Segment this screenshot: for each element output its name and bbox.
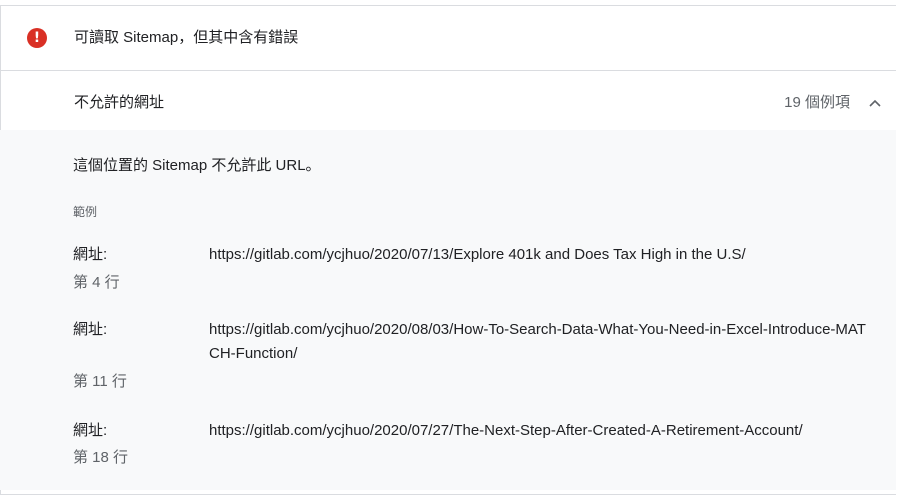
example-line-number: 第 4 行 <box>73 274 120 291</box>
issue-title: 不允許的網址 <box>74 94 165 111</box>
example-url-key: 網址: <box>73 246 108 263</box>
issue-count: 19 個例項 <box>784 94 850 111</box>
example-line-number: 第 18 行 <box>73 449 129 466</box>
chevron-up-icon[interactable] <box>867 95 883 111</box>
exclamation-icon: ! <box>27 28 47 48</box>
example-url[interactable]: https://gitlab.com/ycjhuo/2020/07/13/Exp… <box>209 243 869 267</box>
example-url[interactable]: https://gitlab.com/ycjhuo/2020/07/27/The… <box>209 419 869 443</box>
examples-label: 範例 <box>73 205 98 219</box>
issue-row-disallowed-url[interactable]: 不允許的網址 19 個例項 <box>1 71 896 136</box>
example-line-number: 第 11 行 <box>73 373 127 390</box>
error-title: 可讀取 Sitemap，但其中含有錯誤 <box>74 29 299 46</box>
example-url[interactable]: https://gitlab.com/ycjhuo/2020/08/03/How… <box>209 318 869 366</box>
error-header: ! 可讀取 Sitemap，但其中含有錯誤 <box>1 6 896 71</box>
example-url-key: 網址: <box>73 321 108 338</box>
example-url-key: 網址: <box>73 422 108 439</box>
issue-description: 這個位置的 Sitemap 不允許此 URL。 <box>73 157 321 174</box>
issue-details-panel: 這個位置的 Sitemap 不允許此 URL。 範例 網址: https://g… <box>0 130 896 490</box>
